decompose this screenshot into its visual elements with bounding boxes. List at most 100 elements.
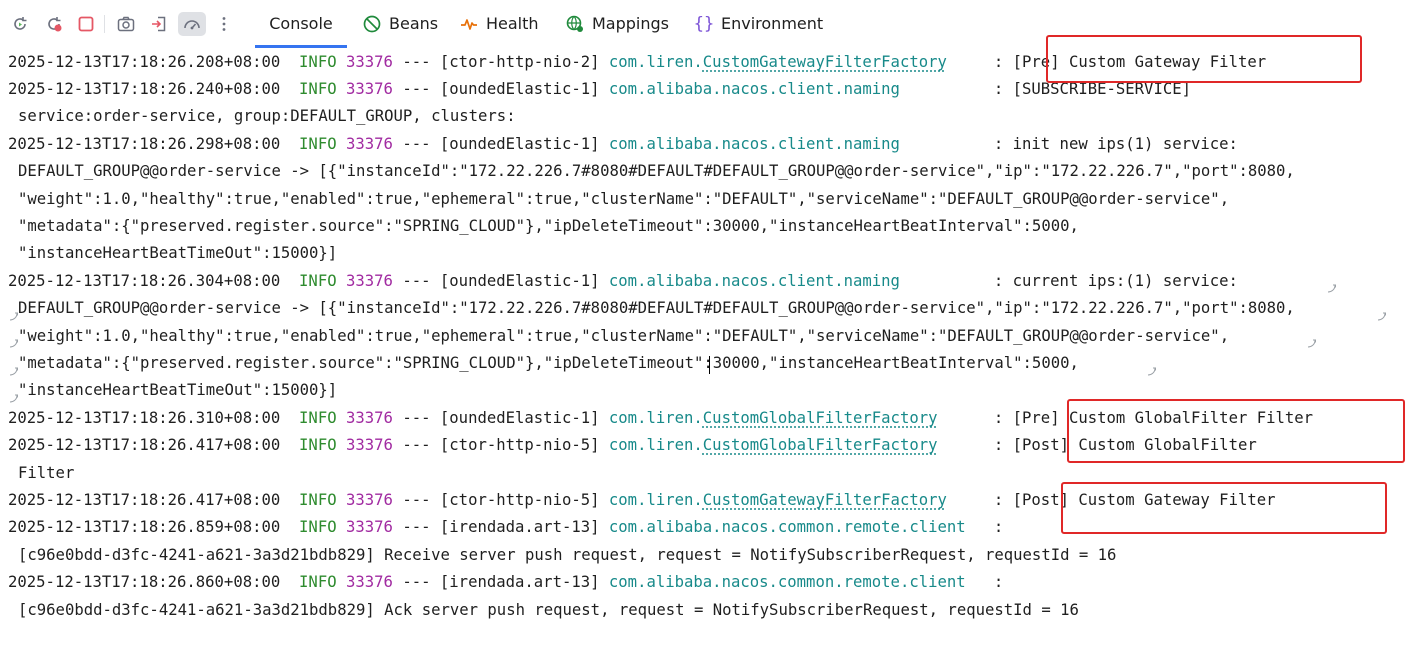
tab-beans-label: Beans [389,14,439,33]
dashboard-icon[interactable] [178,12,206,36]
log-continuation: DEFAULT_GROUP@@order-service -> [{"insta… [18,295,1295,322]
log-message: "weight":1.0,"healthy":true,"enabled":tr… [18,189,1230,208]
more-icon[interactable] [212,12,236,36]
log-message: "metadata":{"preserved.register.source":… [18,216,1079,235]
screenshot-icon[interactable] [114,12,138,36]
log-timestamp: 2025-12-13T17:18:26.298+08:00 [8,134,281,153]
log-continuation: DEFAULT_GROUP@@order-service -> [{"insta… [18,158,1295,185]
log-logger[interactable]: com.liren.CustomGlobalFilterFactory [609,436,938,454]
log-timestamp: 2025-12-13T17:18:26.859+08:00 [8,518,281,537]
log-logger-package: com.alibaba.nacos.client.naming [608,134,900,153]
highlight-box [1067,399,1405,463]
log-level: INFO [299,436,337,455]
log-level: INFO [299,573,337,592]
log-line: 2025-12-13T17:18:26.859+08:00 INFO 33376… [8,514,1003,541]
log-logger-package: com.liren. [608,490,703,509]
log-message: "weight":1.0,"healthy":true,"enabled":tr… [18,326,1230,345]
log-separator: --- [402,518,431,537]
log-line: 2025-12-13T17:18:26.304+08:00 INFO 33376… [8,268,1238,295]
log-message: Filter [18,463,75,482]
log-thread: [ctor-http-nio-2] [439,52,600,71]
log-continuation: "metadata":{"preserved.register.source":… [18,350,1079,377]
rerun-failed-icon[interactable] [42,12,66,36]
log-continuation: [c96e0bdd-d3fc-4241-a621-3a3d21bdb829] R… [18,542,1116,569]
log-logger-class-link: CustomGlobalFilterFactory [702,408,938,427]
beans-icon [362,14,382,34]
stop-icon[interactable] [74,12,98,36]
log-logger[interactable]: com.alibaba.nacos.common.remote.client [609,518,966,536]
log-logger[interactable]: com.liren.CustomGatewayFilterFactory [609,53,947,71]
log-line: 2025-12-13T17:18:26.298+08:00 INFO 33376… [8,131,1238,158]
log-logger[interactable]: com.liren.CustomGlobalFilterFactory [609,409,938,427]
tab-console-label: Console [269,14,333,33]
log-timestamp: 2025-12-13T17:18:26.417+08:00 [8,490,281,509]
log-logger-package: com.alibaba.nacos.client.naming [608,271,900,290]
highlight-box [1046,35,1362,83]
log-message: service:order-service, group:DEFAULT_GRO… [18,107,516,126]
log-logger-package: com.liren. [608,436,703,455]
exit-icon[interactable] [147,12,171,36]
log-logger[interactable]: com.alibaba.nacos.client.naming [609,135,900,153]
log-pid: 33376 [346,408,393,427]
tab-console[interactable]: Console [255,0,347,48]
log-separator: --- [402,408,431,427]
soft-wrap-icon [1146,363,1158,376]
tab-mappings-label: Mappings [592,14,669,33]
log-separator: --- [402,52,431,71]
log-timestamp: 2025-12-13T17:18:26.208+08:00 [8,52,281,71]
log-pid: 33376 [346,573,393,592]
tab-health[interactable]: Health [459,0,539,47]
log-timestamp: 2025-12-13T17:18:26.240+08:00 [8,79,281,98]
log-logger-package: com.alibaba.nacos.common.remote.client [608,518,966,537]
soft-wrap-icon [1306,335,1318,348]
log-message: : init new ips(1) service: [993,134,1238,153]
log-level: INFO [299,134,337,153]
soft-wrap-icon [8,390,20,403]
log-level: INFO [299,518,337,537]
tab-beans[interactable]: Beans [362,0,438,47]
log-pid: 33376 [346,518,393,537]
log-separator: --- [402,79,431,98]
log-message: "instanceHeartBeatTimeOut":15000}] [18,244,338,263]
log-thread: [irendada.art-13] [439,518,600,537]
log-separator: --- [402,436,431,455]
log-message: : [993,573,1004,592]
log-logger[interactable]: com.liren.CustomGatewayFilterFactory [609,491,947,509]
log-logger[interactable]: com.alibaba.nacos.common.remote.client [609,573,966,591]
rerun-icon[interactable] [8,12,32,36]
log-logger[interactable]: com.alibaba.nacos.client.naming [609,272,900,290]
log-thread: [irendada.art-13] [439,573,600,592]
log-logger-class-link: CustomGatewayFilterFactory [702,490,947,509]
log-message: DEFAULT_GROUP@@order-service -> [{"insta… [18,162,1295,181]
soft-wrap-icon [8,308,20,321]
log-level: INFO [299,52,337,71]
tab-environment[interactable]: {} Environment [694,0,823,47]
log-continuation: Filter [18,460,74,487]
log-thread: [oundedElastic-1] [439,79,600,98]
log-message: DEFAULT_GROUP@@order-service -> [{"insta… [18,299,1295,318]
log-continuation: [c96e0bdd-d3fc-4241-a621-3a3d21bdb829] A… [18,597,1079,624]
soft-wrap-icon [8,335,20,348]
log-logger-package: com.alibaba.nacos.client.naming [608,79,900,98]
log-continuation: "metadata":{"preserved.register.source":… [18,213,1079,240]
log-logger-class-link: CustomGatewayFilterFactory [702,52,947,71]
environment-icon: {} [693,13,715,34]
log-thread: [ctor-http-nio-5] [439,436,600,455]
log-message: : [993,518,1004,537]
log-level: INFO [299,79,337,98]
log-logger[interactable]: com.alibaba.nacos.client.naming [609,80,900,98]
log-logger-package: com.liren. [608,52,703,71]
tab-mappings[interactable]: Mappings [565,0,669,47]
log-pid: 33376 [346,134,393,153]
log-logger-package: com.alibaba.nacos.common.remote.client [608,573,966,592]
soft-wrap-icon [8,363,20,376]
log-separator: --- [402,490,431,509]
console-output[interactable]: 2025-12-13T17:18:26.208+08:00 INFO 33376… [0,35,1406,666]
log-message: [c96e0bdd-d3fc-4241-a621-3a3d21bdb829] R… [18,545,1117,564]
log-thread: [oundedElastic-1] [439,134,600,153]
log-separator: --- [402,134,431,153]
log-pid: 33376 [346,490,393,509]
log-timestamp: 2025-12-13T17:18:26.417+08:00 [8,436,281,455]
log-pid: 33376 [346,79,393,98]
log-separator: --- [402,271,431,290]
